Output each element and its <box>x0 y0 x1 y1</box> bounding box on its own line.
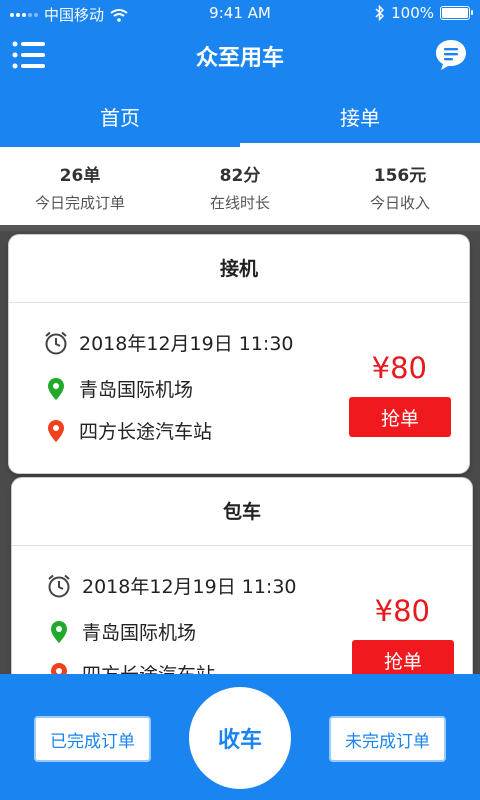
stat-label: 今日完成订单 <box>34 194 125 212</box>
order-time-row: 2018年12月19日 11:30 <box>46 572 297 599</box>
tab-home[interactable]: 首页 <box>0 90 240 147</box>
page-title: 众至用车 <box>195 46 284 71</box>
stat-value: 82分 <box>219 166 261 186</box>
order-time: 2018年12月19日 11:30 <box>79 333 294 355</box>
tab-accept-orders[interactable]: 接单 <box>240 90 480 147</box>
bottom-bar: 已完成订单 收车 未完成订单 <box>0 674 480 800</box>
status-bar: 中国移动 9:41 AM 100% <box>0 0 480 28</box>
order-type: 包车 <box>12 478 472 546</box>
completed-orders-button[interactable]: 已完成订单 <box>34 716 151 762</box>
order-type: 接机 <box>9 235 469 303</box>
alarm-clock-icon <box>45 331 67 354</box>
order-price: ¥80 <box>374 594 430 628</box>
app-header: 中国移动 9:41 AM 100% 众至用车 首页 接单 <box>0 0 480 147</box>
order-from: 青岛国际机场 <box>82 622 197 644</box>
order-time-row: 2018年12月19日 11:30 <box>43 329 294 356</box>
destination-pin-icon <box>51 662 67 674</box>
pickup-pin-icon <box>48 377 64 400</box>
status-right: 100% <box>375 4 473 22</box>
stat-completed-orders: 26单 今日完成订单 <box>0 147 160 225</box>
order-to: 四方长途汽车站 <box>79 421 213 443</box>
alarm-clock-icon <box>48 574 70 597</box>
order-price: ¥80 <box>371 351 427 385</box>
tab-bar: 首页 接单 <box>0 90 480 147</box>
stat-income: 156元 今日收入 <box>320 147 480 225</box>
battery-percent: 100% <box>391 4 434 22</box>
title-bar: 众至用车 <box>0 28 480 83</box>
bluetooth-icon <box>375 5 385 21</box>
stat-value: 26单 <box>59 166 101 186</box>
order-from: 青岛国际机场 <box>79 379 194 401</box>
order-from-row: 青岛国际机场 <box>46 618 196 645</box>
stat-label: 今日收入 <box>369 194 430 212</box>
order-card[interactable]: 包车 2018年12月19日 11:30 青岛国际机场 四方长途汽车站 ¥80 <box>12 478 472 674</box>
grab-order-button[interactable]: 抢单 <box>349 397 451 437</box>
pickup-pin-icon <box>51 620 67 643</box>
order-from-row: 青岛国际机场 <box>43 375 193 402</box>
uncompleted-orders-button[interactable]: 未完成订单 <box>329 716 446 762</box>
finish-shift-button[interactable]: 收车 <box>189 687 291 789</box>
order-list[interactable]: 接机 2018年12月19日 11:30 青岛国际机场 四方长途汽车站 ¥80 <box>0 231 480 674</box>
destination-pin-icon <box>48 419 64 442</box>
order-to: 四方长途汽车站 <box>82 660 215 674</box>
order-card[interactable]: 接机 2018年12月19日 11:30 青岛国际机场 四方长途汽车站 ¥80 <box>9 235 469 473</box>
order-to-row: 四方长途汽车站 <box>46 660 215 674</box>
battery-icon <box>440 6 473 20</box>
order-time: 2018年12月19日 11:30 <box>82 576 297 598</box>
stat-value: 156元 <box>373 166 427 186</box>
stat-online-time: 82分 在线时长 <box>160 147 320 225</box>
order-to-row: 四方长途汽车站 <box>43 417 212 444</box>
grab-order-button[interactable]: 抢单 <box>352 640 454 674</box>
stats-panel: 26单 今日完成订单 82分 在线时长 156元 今日收入 <box>0 147 480 225</box>
message-icon[interactable] <box>434 38 468 72</box>
stat-label: 在线时长 <box>209 194 270 212</box>
